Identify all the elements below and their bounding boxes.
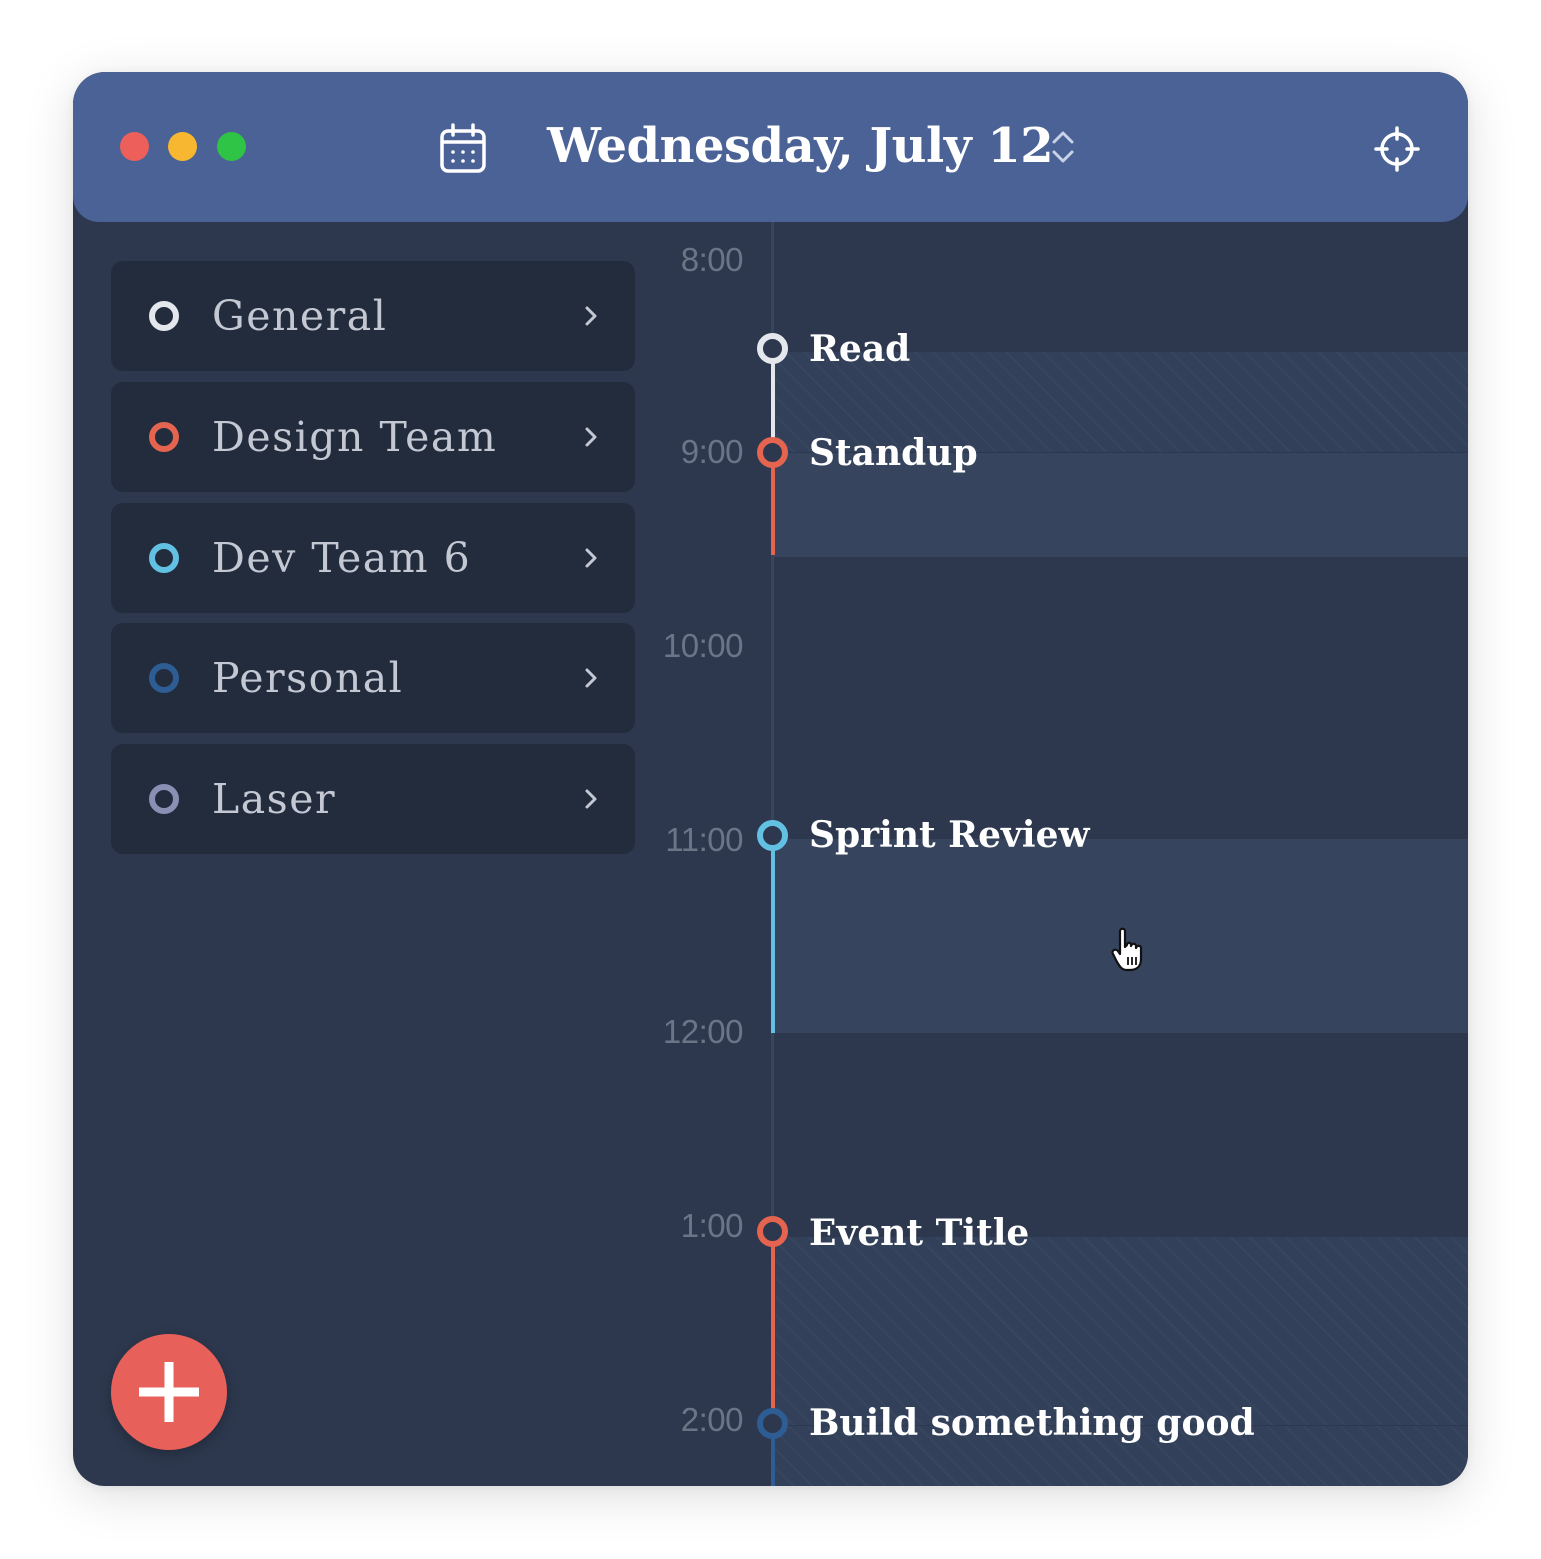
category-label: Laser — [212, 775, 337, 823]
event-title[interactable]: Event Title — [809, 1210, 1029, 1256]
close-button[interactable] — [120, 132, 149, 161]
event-duration-line — [771, 839, 775, 1033]
event-duration-line — [771, 453, 775, 555]
category-label: General — [212, 292, 388, 340]
chevron-right-icon — [585, 668, 597, 688]
calendar-icon[interactable] — [439, 122, 487, 174]
chevron-right-icon — [585, 427, 597, 447]
circle-icon — [149, 543, 179, 573]
category-laser[interactable]: Laser — [111, 744, 635, 854]
circle-icon — [149, 663, 179, 693]
date-title: Wednesday, July 12 — [547, 118, 1054, 174]
category-design-team[interactable]: Design Team — [111, 382, 635, 492]
chevron-right-icon — [585, 306, 597, 326]
hour-label: 10:00 — [662, 627, 744, 664]
title-bar: Wednesday, July 12 — [73, 72, 1468, 222]
event-title[interactable]: Sprint Review — [809, 812, 1089, 858]
category-personal[interactable]: Personal — [111, 623, 635, 733]
zoom-button[interactable] — [217, 132, 246, 161]
hour-label: 1:00 — [680, 1207, 744, 1244]
add-event-button[interactable] — [111, 1334, 227, 1450]
category-label: Dev Team 6 — [212, 534, 472, 582]
hand-cursor-icon — [1111, 927, 1143, 972]
event-block-event-title[interactable] — [774, 1237, 1468, 1425]
event-dot — [757, 820, 788, 851]
category-dev-team-6[interactable]: Dev Team 6 — [111, 503, 635, 613]
event-dot — [757, 1216, 788, 1247]
calendar-window: 8:00 9:00 10:00 11:00 12:00 1:00 2:00 Re… — [73, 72, 1468, 1486]
circle-icon — [149, 301, 179, 331]
event-title[interactable]: Build something good — [809, 1400, 1255, 1446]
circle-icon — [149, 422, 179, 452]
hour-label: 2:00 — [680, 1401, 744, 1438]
category-label: Design Team — [212, 413, 498, 461]
event-title[interactable]: Standup — [809, 430, 978, 476]
crosshair-icon[interactable] — [1373, 125, 1421, 173]
event-title[interactable]: Read — [809, 326, 910, 372]
chevron-right-icon — [585, 548, 597, 568]
chevron-up-down-icon[interactable] — [1048, 128, 1078, 166]
event-dot — [757, 437, 788, 468]
plus-icon — [139, 1362, 199, 1422]
category-general[interactable]: General — [111, 261, 635, 371]
event-dot — [757, 1408, 788, 1439]
hour-label: 11:00 — [665, 821, 743, 858]
hour-label: 12:00 — [662, 1013, 744, 1050]
category-label: Personal — [212, 654, 404, 702]
event-dot — [757, 333, 788, 364]
chevron-right-icon — [585, 789, 597, 809]
hour-label: 9:00 — [680, 433, 744, 470]
circle-icon — [149, 784, 179, 814]
event-duration-line — [771, 1234, 775, 1424]
minimize-button[interactable] — [168, 132, 197, 161]
hour-label: 8:00 — [680, 241, 744, 278]
